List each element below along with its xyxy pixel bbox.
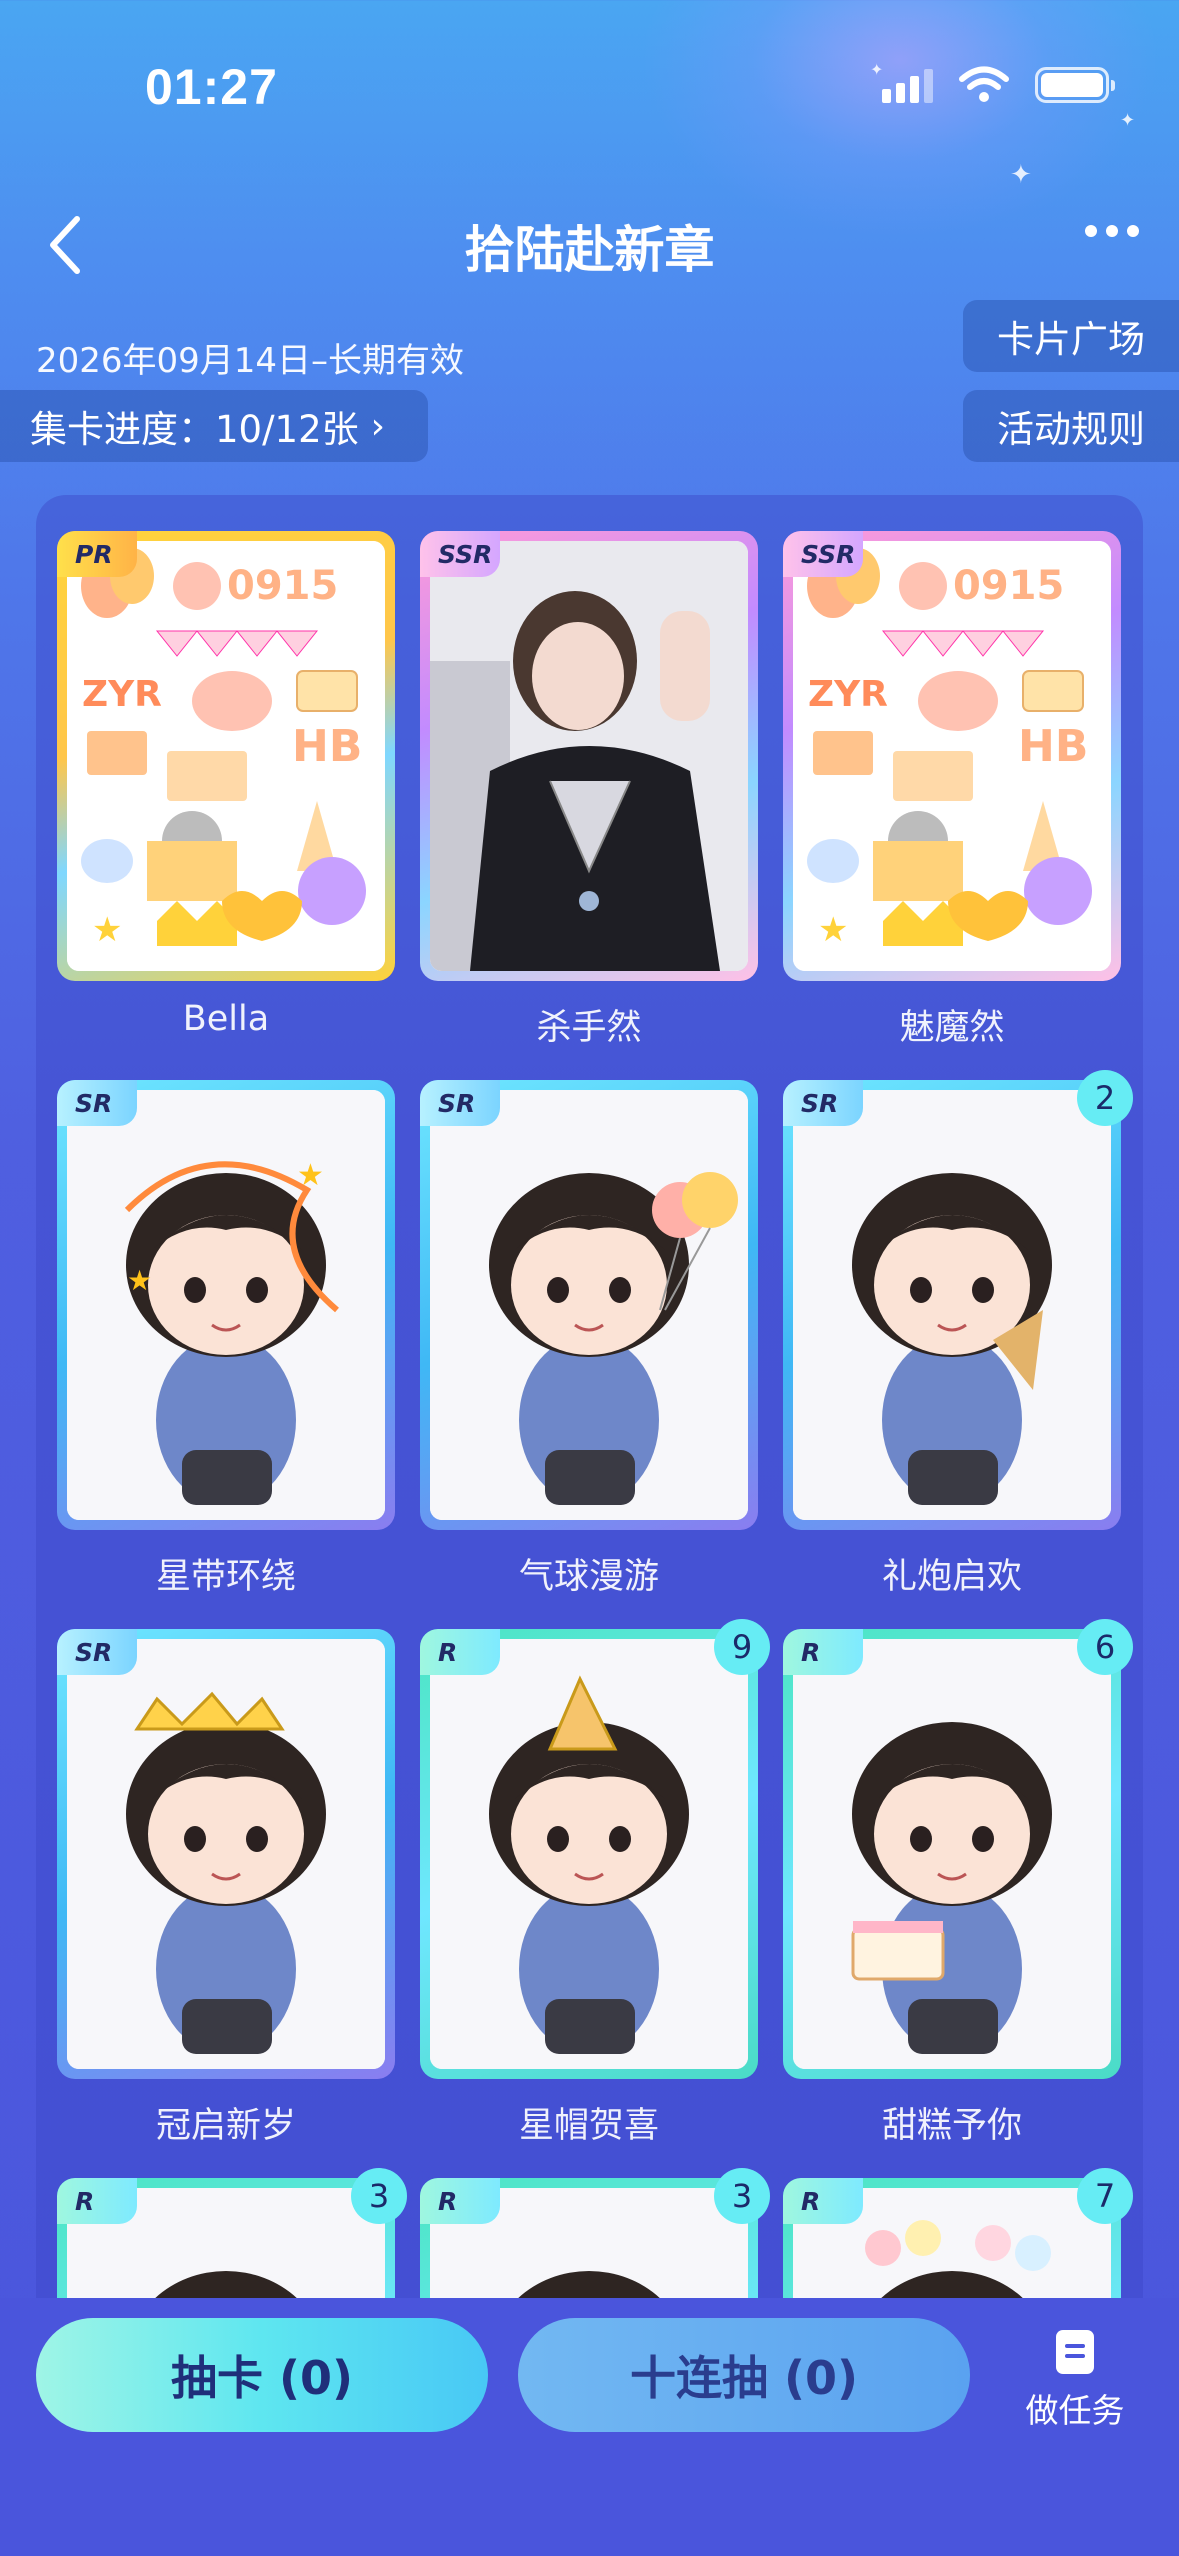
svg-text:★: ★ bbox=[297, 1158, 324, 1193]
card-artwork bbox=[430, 1090, 748, 1520]
rules-button[interactable]: 活动规则 bbox=[963, 390, 1179, 462]
svg-text:ZYR: ZYR bbox=[808, 674, 888, 715]
task-list-icon bbox=[1056, 2330, 1094, 2374]
card-count-badge: 3 bbox=[714, 2168, 770, 2224]
card-name: 杀手然 bbox=[536, 1008, 642, 1048]
svg-text:HB: HB bbox=[292, 721, 362, 772]
card-item[interactable]: 0915 ZYR HB ★ SSR bbox=[783, 531, 1121, 981]
card-item[interactable]: 0915 ZYR HB ★ PR bbox=[57, 531, 395, 981]
ten-draw-button[interactable]: 十连抽 (0) bbox=[518, 2318, 970, 2432]
card-count-badge: 3 bbox=[351, 2168, 407, 2224]
sparkle-icon: ✦ bbox=[1010, 160, 1032, 190]
signal-icon bbox=[882, 67, 933, 103]
rarity-badge: SSR bbox=[420, 531, 500, 577]
rarity-badge: PR bbox=[57, 531, 137, 577]
card-item[interactable]: SR bbox=[420, 1080, 758, 1530]
card-name: 星帽贺喜 bbox=[518, 2106, 659, 2146]
card-count-badge: 6 bbox=[1077, 1619, 1133, 1675]
card-item[interactable]: R bbox=[783, 1629, 1121, 2079]
svg-text:ZYR: ZYR bbox=[82, 674, 162, 715]
svg-text:HB: HB bbox=[1018, 721, 1088, 772]
card-artwork: 0915 ZYR HB ★ bbox=[67, 541, 385, 971]
rarity-badge: R bbox=[420, 2178, 500, 2224]
validity-date: 2026年09月14日–长期有效 bbox=[36, 341, 465, 381]
more-icon bbox=[1085, 225, 1097, 237]
more-button[interactable] bbox=[1085, 225, 1139, 237]
card-name: 甜糕予你 bbox=[881, 2106, 1022, 2146]
do-task-label: 做任务 bbox=[1025, 2391, 1125, 2430]
rarity-badge: R bbox=[783, 1629, 863, 1675]
card-item[interactable]: ★ ★ SR bbox=[57, 1080, 395, 1530]
svg-text:★: ★ bbox=[818, 910, 848, 950]
card-name: Bella bbox=[182, 999, 270, 1039]
card-item[interactable]: SSR bbox=[420, 531, 758, 981]
rarity-badge: R bbox=[57, 2178, 137, 2224]
card-artwork bbox=[67, 1639, 385, 2069]
battery-icon bbox=[1035, 67, 1115, 103]
card-artwork bbox=[430, 541, 748, 971]
rarity-badge: SR bbox=[57, 1629, 137, 1675]
card-artwork: ★ ★ bbox=[67, 1090, 385, 1520]
page-title: 拾陆赴新章 bbox=[464, 221, 715, 279]
card-name: 星带环绕 bbox=[155, 1557, 296, 1597]
card-artwork bbox=[793, 1639, 1111, 2069]
card-item[interactable]: SR bbox=[783, 1080, 1121, 1530]
do-task-button[interactable]: 做任务 bbox=[1010, 2330, 1140, 2440]
status-time: 01:27 bbox=[145, 59, 278, 115]
wifi-icon bbox=[959, 66, 1009, 102]
card-name: 冠启新岁 bbox=[155, 2106, 296, 2146]
svg-text:0915: 0915 bbox=[227, 563, 338, 609]
svg-text:★: ★ bbox=[92, 910, 122, 950]
background-glow bbox=[640, 0, 1160, 240]
draw-card-button[interactable]: 抽卡 (0) bbox=[36, 2318, 488, 2432]
chevron-right-icon: › bbox=[370, 405, 386, 447]
card-plaza-button[interactable]: 卡片广场 bbox=[963, 300, 1179, 372]
rarity-badge: SR bbox=[57, 1080, 137, 1126]
card-item[interactable]: SR bbox=[57, 1629, 395, 2079]
card-count-badge: 7 bbox=[1077, 2168, 1133, 2224]
card-item[interactable]: R bbox=[420, 1629, 758, 2079]
card-name: 气球漫游 bbox=[518, 1557, 659, 1597]
collection-progress-label: 集卡进度：10/12张 bbox=[30, 408, 359, 451]
rarity-badge: SR bbox=[783, 1080, 863, 1126]
rarity-badge: R bbox=[783, 2178, 863, 2224]
card-artwork bbox=[793, 1090, 1111, 1520]
rarity-badge: R bbox=[420, 1629, 500, 1675]
rarity-badge: SSR bbox=[783, 531, 863, 577]
sparkle-icon: ✦ bbox=[1120, 110, 1136, 131]
card-count-badge: 9 bbox=[714, 1619, 770, 1675]
card-artwork bbox=[430, 1639, 748, 2069]
card-name: 魅魔然 bbox=[899, 1008, 1005, 1048]
svg-text:0915: 0915 bbox=[953, 563, 1064, 609]
collection-progress-button[interactable]: 集卡进度：10/12张 › bbox=[0, 390, 428, 462]
status-icons bbox=[882, 66, 1115, 104]
card-name: 礼炮启欢 bbox=[881, 1557, 1022, 1597]
rarity-badge: SR bbox=[420, 1080, 500, 1126]
card-count-badge: 2 bbox=[1077, 1070, 1133, 1126]
svg-text:★: ★ bbox=[127, 1264, 152, 1297]
card-artwork: 0915 ZYR HB ★ bbox=[793, 541, 1111, 971]
